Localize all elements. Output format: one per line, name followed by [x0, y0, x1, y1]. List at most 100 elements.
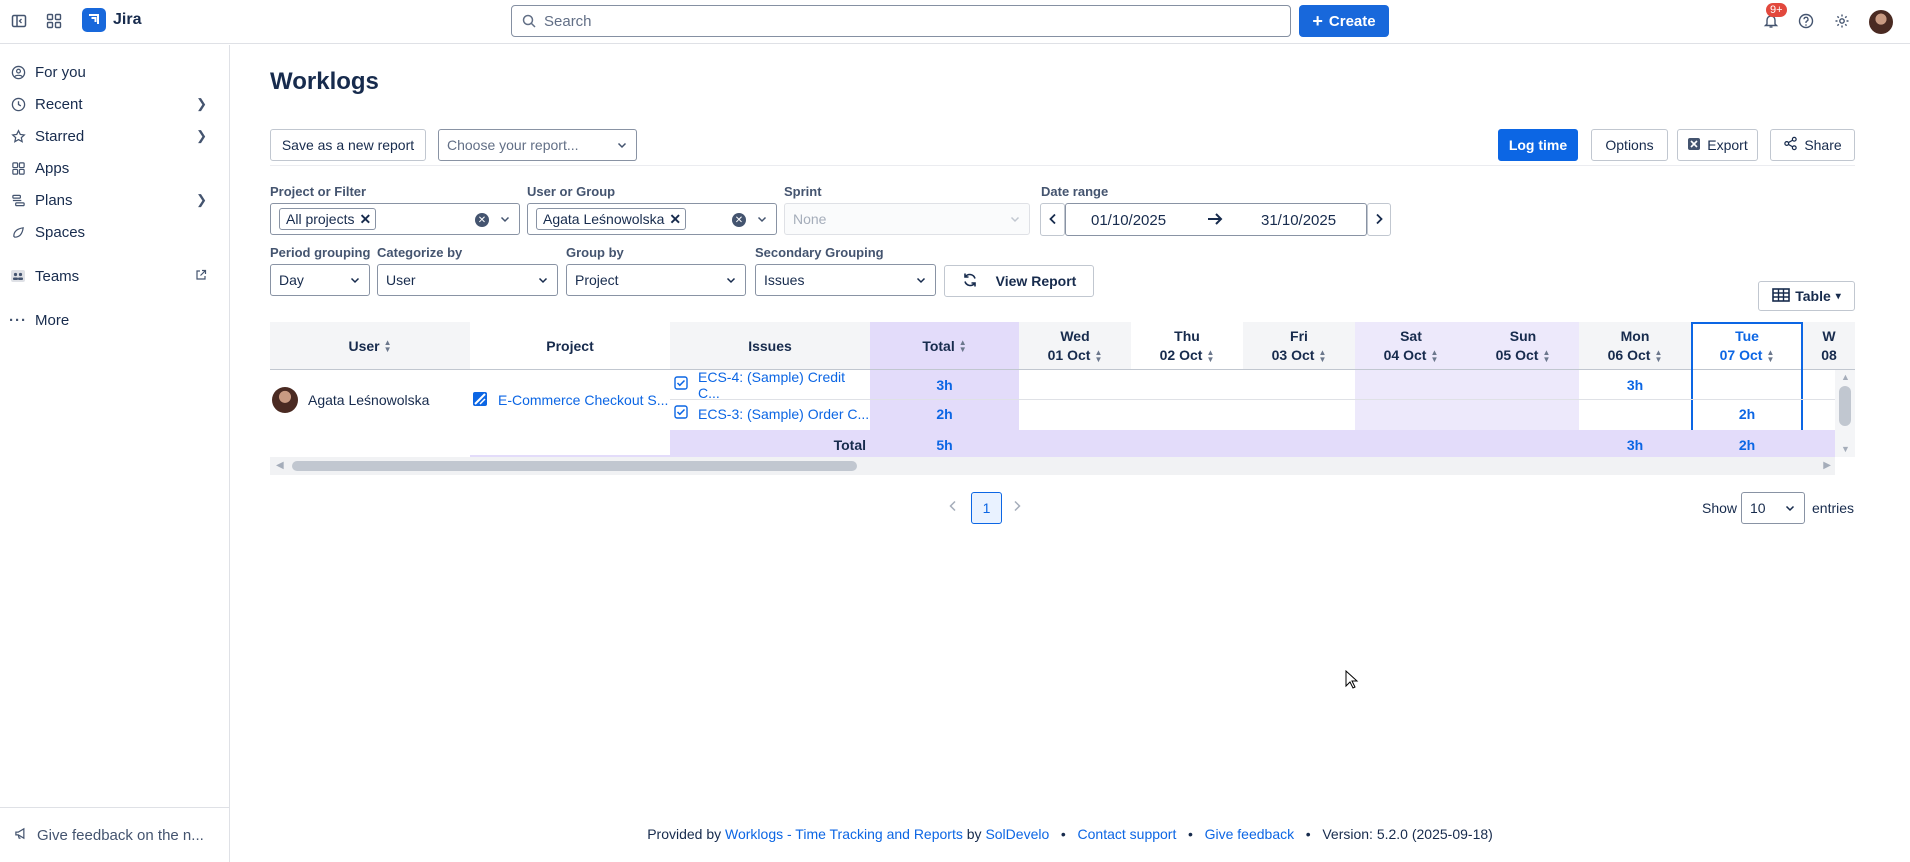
sidebar-item-recent[interactable]: Recent ❯ — [0, 89, 229, 119]
date-range-picker[interactable]: 01/10/2025 31/10/2025 — [1065, 203, 1367, 236]
scroll-up-icon[interactable]: ▲ — [1841, 372, 1850, 382]
teams-icon — [10, 268, 26, 284]
log-time-button[interactable]: Log time — [1498, 129, 1578, 161]
date-next-button[interactable] — [1367, 203, 1391, 236]
day-value-cell[interactable]: 2h — [1691, 399, 1803, 428]
help-icon[interactable] — [1795, 10, 1817, 32]
date-from-input[interactable]: 01/10/2025 — [1091, 212, 1166, 229]
sidebar-item-apps[interactable]: Apps — [0, 153, 229, 183]
column-header-day[interactable]: Mon 06 Oct ▲ ▼ — [1579, 322, 1691, 370]
date-prev-button[interactable] — [1040, 203, 1065, 236]
day-value-cell[interactable] — [1579, 399, 1691, 428]
choose-report-select[interactable]: Choose your report... — [438, 129, 637, 161]
column-header-user[interactable]: User ▲ ▼ — [270, 322, 470, 370]
jira-logo[interactable]: Jira — [82, 8, 141, 32]
contact-support-link[interactable]: Contact support — [1078, 826, 1177, 842]
button-label: Options — [1605, 137, 1654, 153]
create-label: Create — [1328, 12, 1376, 30]
view-report-button[interactable]: View Report — [944, 265, 1094, 297]
header-label: Issues — [748, 337, 792, 354]
save-as-new-report-button[interactable]: Save as a new report — [270, 129, 426, 161]
issue-cell[interactable]: ECS-3: (Sample) Order C... — [670, 399, 870, 428]
prev-page-icon[interactable] — [948, 499, 958, 515]
remove-tag-icon[interactable]: ✕ — [669, 211, 681, 228]
create-button[interactable]: + Create — [1299, 5, 1389, 37]
issue-link[interactable]: ECS-4: (Sample) Credit C... — [698, 369, 870, 401]
day-value-cell[interactable]: 3h — [1579, 370, 1691, 399]
chevron-right-icon[interactable]: ❯ — [196, 128, 207, 144]
secondary-grouping-select[interactable]: Issues — [755, 264, 936, 296]
clear-icon[interactable]: ✕ — [475, 213, 489, 227]
view-mode-select[interactable]: Table ▾ — [1758, 281, 1855, 311]
next-page-icon[interactable] — [1012, 499, 1022, 515]
column-header-day[interactable]: Sun 05 Oct ▲ ▼ — [1467, 322, 1579, 370]
select-value: None — [793, 211, 827, 227]
sprint-select[interactable]: None — [784, 203, 1030, 235]
user-group-label: User or Group — [527, 184, 616, 199]
sidebar-item-starred[interactable]: Starred ❯ — [0, 121, 229, 151]
project-icon — [472, 391, 488, 410]
issue-cell[interactable]: ECS-4: (Sample) Credit C... — [670, 369, 870, 401]
scrollbar-thumb[interactable] — [1839, 386, 1851, 426]
column-header-day[interactable]: Wed 01 Oct ▲ ▼ — [1019, 322, 1131, 370]
row-total-cell[interactable]: 2h — [870, 399, 1019, 428]
star-icon — [10, 128, 26, 144]
chevron-right-icon[interactable]: ❯ — [196, 192, 207, 208]
horizontal-scrollbar[interactable]: ◀ ▶ — [270, 457, 1835, 475]
project-filter-select[interactable]: All projects ✕ ✕ — [270, 203, 520, 235]
day-date: 08 — [1821, 347, 1837, 363]
sidebar-item-plans[interactable]: Plans ❯ — [0, 185, 229, 215]
scroll-down-icon[interactable]: ▼ — [1841, 444, 1850, 454]
column-header-day[interactable]: Fri 03 Oct ▲ ▼ — [1243, 322, 1355, 370]
date-to-input[interactable]: 31/10/2025 — [1261, 212, 1336, 229]
sort-icon: ▲ ▼ — [1430, 348, 1439, 365]
period-grouping-select[interactable]: Day — [270, 264, 370, 296]
select-placeholder: Choose your report... — [447, 137, 579, 153]
search-input[interactable]: Search — [511, 5, 1291, 37]
app-switcher-icon[interactable] — [43, 10, 65, 32]
options-button[interactable]: Options — [1591, 129, 1668, 161]
button-label: Table — [1795, 288, 1831, 304]
external-link-icon[interactable] — [195, 269, 207, 284]
project-link[interactable]: E-Commerce Checkout S... — [498, 392, 668, 408]
sidebar-item-more[interactable]: ··· More — [0, 305, 229, 335]
sidebar-item-teams[interactable]: Teams — [0, 261, 229, 291]
sidebar-item-spaces[interactable]: Spaces — [0, 217, 229, 247]
column-header-day[interactable]: Sat 04 Oct ▲ ▼ — [1355, 322, 1467, 370]
vertical-scrollbar[interactable]: ▲ ▼ — [1835, 370, 1855, 457]
day-total-cell: 3h — [1626, 437, 1644, 453]
remove-tag-icon[interactable]: ✕ — [359, 211, 371, 228]
app-link[interactable]: Worklogs - Time Tracking and Reports — [725, 826, 963, 842]
user-group-select[interactable]: Agata Leśnowolska ✕ ✕ — [527, 203, 777, 235]
entries-per-page-select[interactable]: 10 — [1741, 492, 1805, 524]
group-by-select[interactable]: Project — [566, 264, 746, 296]
clock-icon — [10, 96, 26, 112]
profile-avatar[interactable] — [1869, 10, 1893, 34]
sidebar-toggle-icon[interactable] — [8, 10, 30, 32]
export-button[interactable]: Export — [1677, 129, 1758, 161]
column-header-day[interactable]: Thu 02 Oct ▲ ▼ — [1131, 322, 1243, 370]
scroll-right-icon[interactable]: ▶ — [1823, 460, 1831, 471]
sidebar-item-for-you[interactable]: For you — [0, 57, 229, 87]
column-header-total[interactable]: Total ▲ ▼ — [870, 322, 1019, 370]
project-cell[interactable]: E-Commerce Checkout S... — [470, 370, 670, 430]
page-button[interactable]: 1 — [971, 492, 1002, 524]
settings-gear-icon[interactable] — [1831, 10, 1853, 32]
day-value-cell[interactable] — [1691, 370, 1803, 399]
chevron-right-icon[interactable]: ❯ — [196, 96, 207, 112]
scroll-left-icon[interactable]: ◀ — [276, 460, 284, 471]
row-total-cell[interactable]: 3h — [870, 370, 1019, 399]
column-header-day[interactable]: W 08 — [1803, 322, 1855, 370]
sidebar-item-label: Plans — [35, 191, 73, 209]
scrollbar-thumb[interactable] — [292, 461, 857, 471]
share-button[interactable]: Share — [1770, 129, 1855, 161]
table-icon — [1772, 287, 1791, 305]
button-label: Log time — [1508, 137, 1568, 153]
header-label: Project — [546, 337, 594, 354]
categorize-by-select[interactable]: User — [377, 264, 558, 296]
issue-link[interactable]: ECS-3: (Sample) Order C... — [698, 406, 869, 422]
vendor-link[interactable]: SolDevelo — [985, 826, 1049, 842]
give-feedback-link[interactable]: Give feedback — [1205, 826, 1295, 842]
clear-icon[interactable]: ✕ — [732, 213, 746, 227]
day-of-week: Sat — [1400, 328, 1422, 344]
